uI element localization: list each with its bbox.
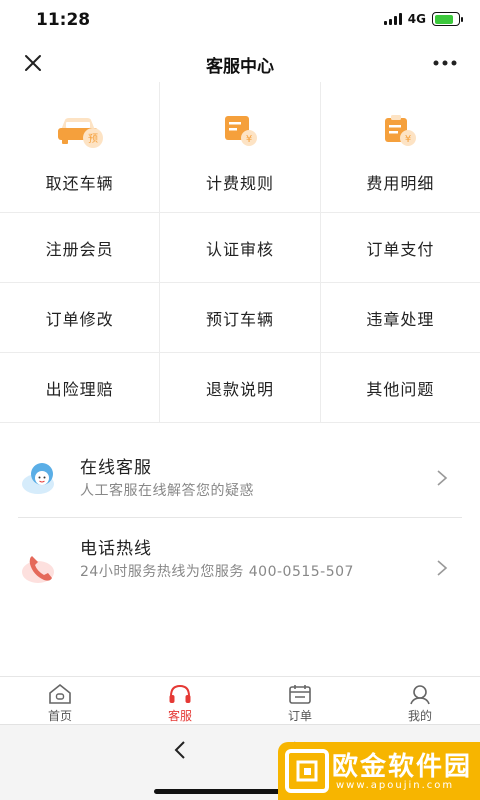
grid-row: 出险理赔 退款说明 其他问题 [0, 353, 480, 423]
tab-profile[interactable]: 我的 [360, 677, 480, 724]
grid-item-billing-rules[interactable]: ¥ 计费规则 [160, 82, 321, 212]
battery-level [434, 14, 453, 24]
status-indicators: 4G [383, 12, 463, 26]
tab-label: 我的 [407, 709, 432, 723]
status-bar: 11:28 4G [0, 0, 480, 44]
service-title: 电话热线 [80, 539, 152, 559]
signal-icon [383, 13, 402, 25]
grid-item-label: 其他问题 [366, 379, 435, 399]
service-description: 24小时服务热线为您服务 400-0515-507 [80, 564, 354, 580]
headset-icon [169, 684, 191, 703]
bottom-tab-bar: 首页 客服 订单 我的 [0, 676, 480, 724]
grid-item-pickup-return[interactable]: 预 取还车辆 [0, 82, 161, 212]
svg-text:¥: ¥ [246, 134, 252, 145]
grid-item-label: 订单支付 [366, 239, 435, 259]
grid-item-order-payment[interactable]: 订单支付 [321, 213, 480, 282]
tab-label: 订单 [287, 709, 312, 723]
back-arrow-icon[interactable] [170, 739, 190, 761]
watermark-title: 欧金软件园 [332, 752, 473, 782]
more-options-icon[interactable] [430, 51, 460, 75]
online-service-item[interactable]: 在线客服 人工客服在线解答您的疑惑 [18, 436, 462, 518]
grid-item-label: 认证审核 [205, 239, 274, 259]
svg-text:¥: ¥ [405, 134, 411, 145]
grid-item-label: 取还车辆 [45, 174, 114, 193]
calendar-icon [289, 685, 311, 704]
service-category-grid: 预 取还车辆 ¥ 计费规则 ¥ 费用明细 注册会员 认证审核 订单支付 订单修改… [0, 82, 480, 423]
watermark-logo: 欧金软件园 www.apoujin.com [278, 742, 480, 800]
tab-label: 客服 [167, 709, 192, 723]
grid-item-fee-details[interactable]: ¥ 费用明细 [321, 82, 480, 212]
grid-item-label: 退款说明 [205, 379, 274, 399]
grid-item-label: 预订车辆 [205, 309, 274, 329]
grid-item-order-modify[interactable]: 订单修改 [0, 283, 161, 352]
grid-item-label: 注册会员 [45, 239, 114, 259]
grid-item-label: 计费规则 [205, 174, 274, 193]
home-icon [49, 683, 71, 704]
page-title: 客服中心 [206, 57, 274, 77]
service-title: 在线客服 [80, 458, 152, 478]
watermark-url: www.apoujin.com [336, 780, 455, 791]
grid-item-insurance-claim[interactable]: 出险理赔 [0, 353, 161, 422]
grid-item-reserve-vehicle[interactable]: 预订车辆 [160, 283, 321, 352]
tab-home[interactable]: 首页 [0, 677, 120, 724]
home-indicator[interactable] [154, 789, 294, 794]
grid-item-label: 订单修改 [45, 309, 114, 329]
svg-text:预: 预 [88, 133, 98, 145]
tab-orders[interactable]: 订单 [240, 677, 360, 724]
grid-item-other-questions[interactable]: 其他问题 [321, 353, 480, 422]
chevron-right-icon [437, 560, 448, 576]
navigation-bar: 客服中心 [0, 44, 480, 82]
grid-row: 注册会员 认证审核 订单支付 [0, 213, 480, 283]
status-time: 11:28 [36, 10, 91, 30]
battery-icon [432, 12, 463, 26]
grid-item-label: 出险理赔 [45, 379, 114, 399]
billing-rules-icon: ¥ [224, 116, 257, 146]
car-reservation-icon: 预 [57, 118, 103, 148]
grid-item-verification[interactable]: 认证审核 [160, 213, 321, 282]
grid-row-featured: 预 取还车辆 ¥ 计费规则 ¥ 费用明细 [0, 82, 480, 213]
user-icon [410, 685, 430, 705]
service-description: 人工客服在线解答您的疑惑 [80, 483, 254, 499]
grid-item-label: 费用明细 [366, 174, 435, 193]
phone-hotline-item[interactable]: 电话热线 24小时服务热线为您服务 400-0515-507 [18, 518, 462, 614]
network-type: 4G [407, 12, 426, 26]
customer-service-avatar-icon [22, 463, 54, 494]
chevron-right-icon [437, 470, 448, 486]
phone-icon [22, 556, 54, 583]
grid-item-refund-info[interactable]: 退款说明 [160, 353, 321, 422]
contact-service-list: 在线客服 人工客服在线解答您的疑惑 电话热线 24小时服务热线为您服务 400-… [18, 436, 462, 614]
tab-label: 首页 [47, 709, 72, 723]
fee-details-icon: ¥ [385, 115, 417, 146]
grid-item-register-member[interactable]: 注册会员 [0, 213, 161, 282]
watermark-emblem-icon [285, 749, 329, 793]
grid-item-label: 违章处理 [366, 309, 435, 329]
grid-row: 订单修改 预订车辆 违章处理 [0, 283, 480, 353]
grid-item-violation-handling[interactable]: 违章处理 [321, 283, 480, 352]
tab-customer-service[interactable]: 客服 [120, 677, 240, 724]
